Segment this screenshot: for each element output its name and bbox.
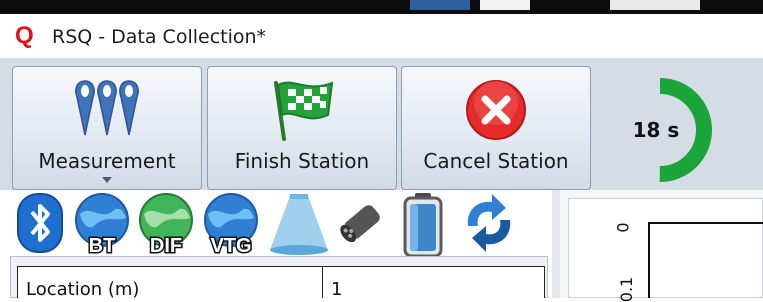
battery-icon[interactable] xyxy=(400,192,446,258)
finish-station-label: Finish Station xyxy=(234,149,370,173)
taskbar-segment xyxy=(610,0,700,10)
finish-station-button[interactable]: Finish Station xyxy=(207,66,397,190)
beam-icon[interactable] xyxy=(268,192,330,256)
measurement-button[interactable]: Measurement xyxy=(12,66,202,190)
cancel-station-label: Cancel Station xyxy=(423,149,569,173)
dropdown-arrow-icon xyxy=(102,177,112,183)
location-pins-icon xyxy=(75,80,139,136)
vtg-globe-icon[interactable]: VTG xyxy=(198,192,264,256)
dif-globe-label: DIF xyxy=(150,235,182,256)
transducer-icon[interactable] xyxy=(334,192,390,252)
taskbar-strip xyxy=(0,0,763,14)
checkered-flag-icon xyxy=(274,81,334,141)
y-tick-0-1: 0.1 xyxy=(617,276,637,302)
bluetooth-icon[interactable] xyxy=(16,192,64,254)
bt-globe-label: BT xyxy=(89,235,116,256)
vtg-globe-label: VTG xyxy=(210,235,251,256)
location-label-cell: Location (m) xyxy=(17,266,323,300)
measurement-label: Measurement xyxy=(38,149,176,173)
taskbar-segment xyxy=(410,0,470,10)
sync-icon[interactable] xyxy=(456,192,522,254)
bt-globe-icon[interactable]: BT xyxy=(70,192,134,256)
app-logo: Q xyxy=(15,22,34,49)
plot-axes xyxy=(648,222,763,298)
y-tick-0: 0 xyxy=(613,222,633,233)
dif-globe-icon[interactable]: DIF xyxy=(134,192,198,256)
panel-splitter[interactable] xyxy=(552,190,560,298)
cancel-station-button[interactable]: Cancel Station xyxy=(401,66,591,190)
timer-value: 18 s xyxy=(632,118,680,142)
taskbar-segment xyxy=(480,0,530,10)
cancel-x-icon xyxy=(466,80,526,140)
location-value-cell[interactable]: 1 xyxy=(323,266,545,300)
window-title: RSQ - Data Collection* xyxy=(52,26,267,48)
